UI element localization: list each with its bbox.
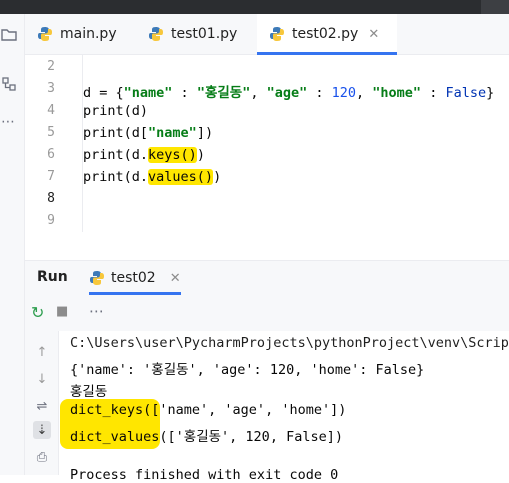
- tab-test01-py[interactable]: test01.py: [148, 14, 258, 54]
- structure-icon[interactable]: [1, 76, 17, 92]
- more-tools-icon[interactable]: ⋯: [1, 114, 15, 130]
- yellow-highlight: keys(): [148, 147, 197, 163]
- python-file-icon: [149, 27, 163, 41]
- console-line: dict_values(['홍길동', 120, False]): [70, 429, 343, 445]
- code-line-7: print(d.values()): [83, 169, 222, 185]
- close-tab-icon[interactable]: ✕: [368, 27, 379, 42]
- more-actions-icon[interactable]: ⋯: [89, 302, 104, 320]
- code-line-5: print(d["name"]): [83, 125, 214, 141]
- up-arrow-icon[interactable]: ↑: [33, 343, 51, 361]
- project-folder-icon[interactable]: [1, 26, 17, 42]
- close-run-tab-icon[interactable]: ✕: [170, 271, 181, 286]
- code-line-6: print(d.keys()): [83, 147, 205, 163]
- code-line-4: print(d): [83, 103, 149, 119]
- tab-label: main.py: [60, 26, 117, 42]
- code-line-3: d = {"name" : "홍길동", "age" : 120, "home"…: [83, 85, 495, 101]
- window-title-bar: [0, 0, 509, 14]
- run-toolbar: ↻ ■ ⋯: [25, 295, 509, 332]
- tab-test02-py[interactable]: test02.py ✕: [257, 14, 397, 55]
- line-number: 6: [47, 147, 55, 162]
- code-editor[interactable]: d = {"name" : "홍길동", "age" : 120, "home"…: [83, 55, 509, 232]
- editor-tab-bar: main.py test01.py test02.py ✕: [25, 14, 509, 55]
- left-tool-strip: ⋯: [0, 14, 25, 475]
- down-arrow-icon[interactable]: ↓: [33, 370, 51, 388]
- console-line: dict_keys(['name', 'age', 'home']): [70, 402, 347, 418]
- run-panel-header: Run test02 ✕: [25, 260, 509, 295]
- console-line: Process finished with exit code 0: [70, 467, 339, 483]
- console-line: {'name': '홍길동', 'age': 120, 'home': Fals…: [70, 362, 425, 378]
- python-file-icon: [38, 27, 52, 41]
- line-number: 2: [47, 59, 55, 74]
- line-number-gutter: 2 3 4 5 6 7 8 9: [25, 55, 83, 232]
- run-panel-title: Run: [37, 269, 68, 285]
- run-side-toolbar: ↑ ↓ ⇌ ⇣ ⎙: [25, 331, 59, 475]
- console-line: 홍길동: [70, 384, 108, 400]
- line-number: 5: [47, 125, 55, 140]
- python-file-icon: [270, 27, 284, 41]
- tab-label: test02.py: [292, 26, 359, 42]
- console-line: C:\Users\user\PycharmProjects\pythonProj…: [70, 335, 509, 351]
- print-icon[interactable]: ⎙: [33, 448, 51, 466]
- soft-wrap-icon[interactable]: ⇌: [33, 397, 51, 415]
- line-number: 8: [47, 191, 55, 206]
- console-output[interactable]: C:\Users\user\PycharmProjects\pythonProj…: [59, 331, 509, 483]
- tab-label: test01.py: [171, 26, 238, 42]
- tab-main-py[interactable]: main.py: [37, 14, 137, 54]
- rerun-icon[interactable]: ↻: [31, 303, 44, 322]
- line-number: 3: [47, 81, 55, 96]
- scroll-to-end-icon[interactable]: ⇣: [33, 421, 51, 439]
- stop-icon[interactable]: ■: [56, 304, 68, 319]
- run-tab-test02[interactable]: test02 ✕: [89, 261, 181, 295]
- python-file-icon: [90, 271, 104, 285]
- line-number: 9: [47, 213, 55, 228]
- line-number: 4: [47, 103, 55, 118]
- run-tab-label: test02: [111, 270, 156, 286]
- title-bar-accent: [481, 0, 509, 14]
- line-number: 7: [47, 169, 55, 184]
- yellow-highlight: values(): [148, 169, 214, 185]
